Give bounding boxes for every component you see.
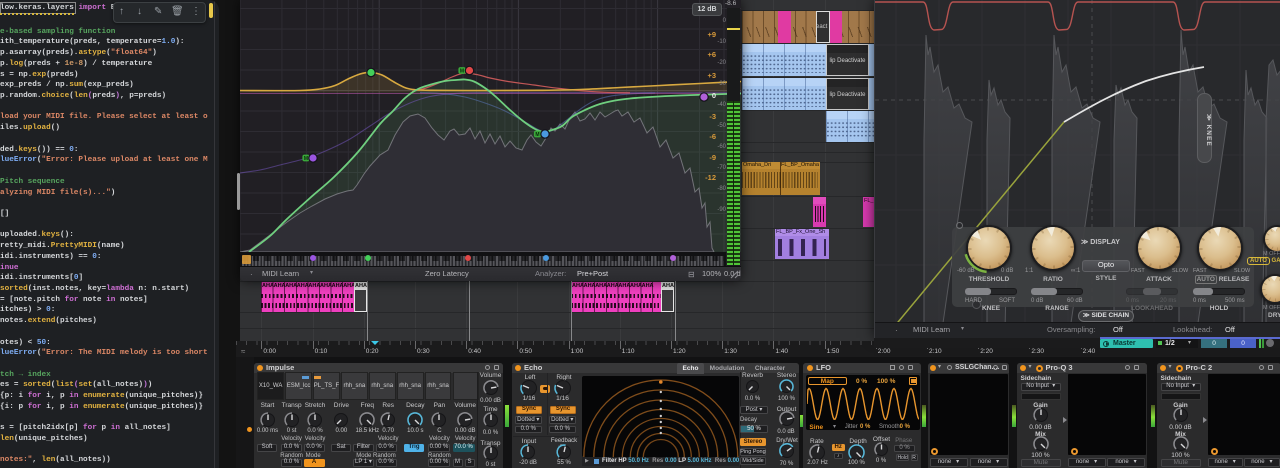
svg-text:M: M bbox=[535, 132, 539, 138]
svg-text:M: M bbox=[304, 156, 308, 162]
svg-text:M: M bbox=[460, 69, 464, 75]
